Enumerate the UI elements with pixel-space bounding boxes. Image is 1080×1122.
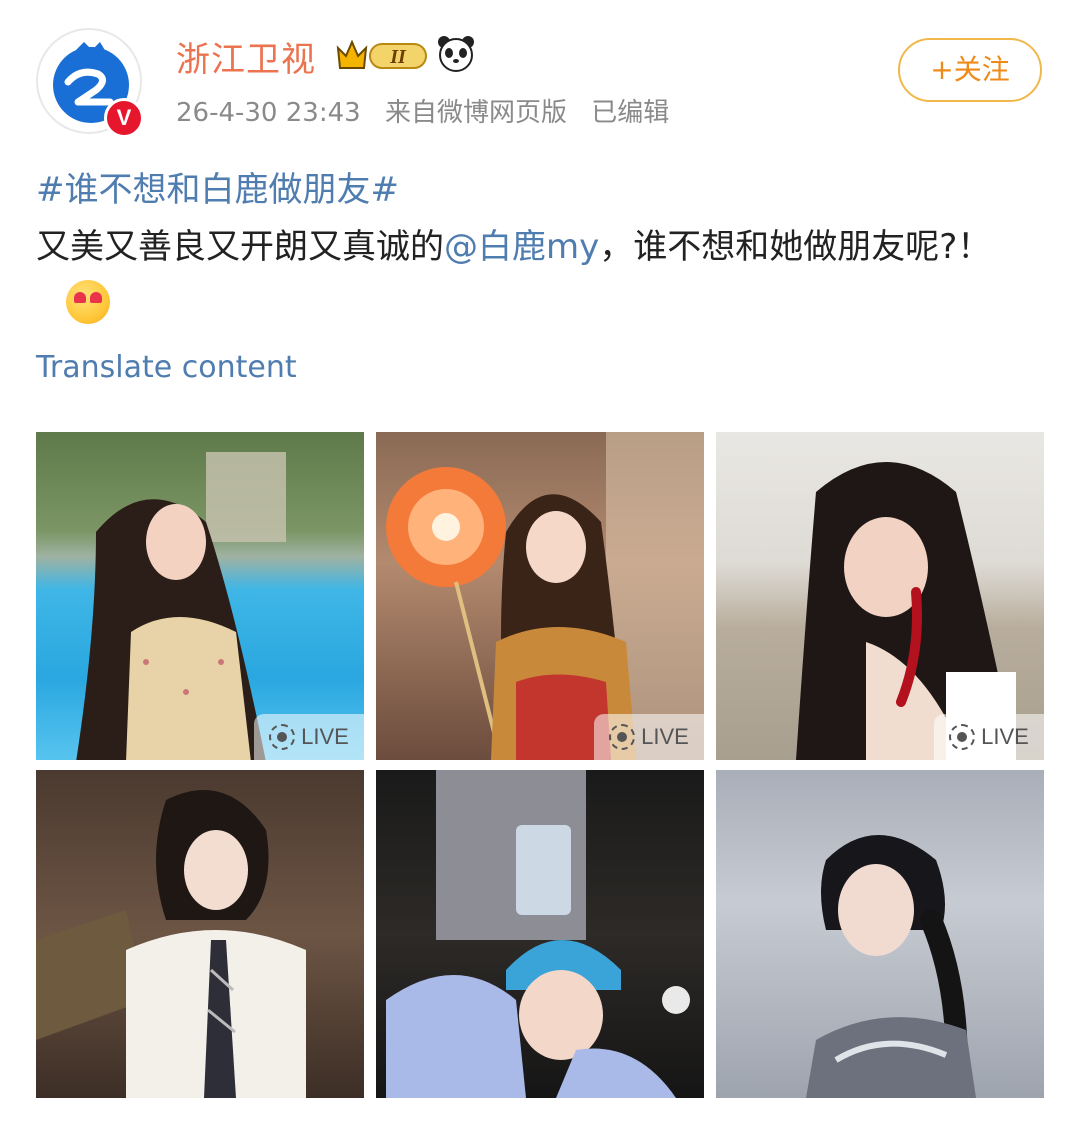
mention-link[interactable]: @白鹿my bbox=[444, 227, 599, 267]
photo-pinwheel-figure bbox=[386, 432, 704, 760]
post-source[interactable]: 来自微博网页版 bbox=[385, 98, 567, 128]
vip-level-text: II bbox=[389, 46, 407, 68]
verified-v-icon: V bbox=[104, 98, 144, 138]
post-meta: 26-4-30 23:43 来自微博网页版 已编辑 bbox=[176, 92, 685, 129]
hashtag-link[interactable]: #谁不想和白鹿做朋友# bbox=[36, 162, 399, 211]
photo-silver-dress[interactable] bbox=[716, 770, 1044, 1098]
post-text: 又美又善良又开朗又真诚的@白鹿my，谁不想和她做朋友呢?！ bbox=[36, 218, 1046, 334]
photo-pool-figure bbox=[76, 452, 286, 760]
live-label: LIVE bbox=[641, 724, 689, 749]
live-photo-icon bbox=[269, 724, 296, 750]
live-badge: LIVE bbox=[594, 714, 704, 760]
image-grid: LIVE LIVE LIVE bbox=[36, 432, 1044, 1098]
weibo-post: V 浙江卫视 II 26-4-30 23:43 来自微博网页版 已编辑 +关注 … bbox=[0, 0, 1080, 1122]
live-label: LIVE bbox=[301, 724, 349, 749]
photo-pool[interactable]: LIVE bbox=[36, 432, 364, 760]
follow-button[interactable]: +关注 bbox=[898, 38, 1042, 102]
photo-red-earring[interactable]: LIVE bbox=[716, 432, 1044, 760]
post-text-after: ，谁不想和她做朋友呢?！ bbox=[599, 227, 992, 267]
photo-blue-helmet[interactable] bbox=[376, 770, 704, 1098]
live-photo-icon bbox=[609, 724, 636, 750]
live-label: LIVE bbox=[981, 724, 1029, 749]
post-text-before: 又美又善良又开朗又真诚的 bbox=[36, 227, 444, 267]
photo-white-shirt-tie[interactable] bbox=[36, 770, 364, 1098]
photo-pinwheel[interactable]: LIVE bbox=[376, 432, 704, 760]
photo-silver-dress-figure bbox=[806, 835, 976, 1098]
translate-link[interactable]: Translate content bbox=[36, 350, 297, 385]
photo-blue-helmet-figure bbox=[386, 770, 690, 1098]
live-badge: LIVE bbox=[934, 714, 1044, 760]
vip-crown-icon[interactable]: II bbox=[336, 38, 432, 72]
panda-icon bbox=[438, 36, 474, 72]
photo-red-earring-figure bbox=[796, 462, 1016, 760]
post-date: 26-4-30 23:43 bbox=[176, 98, 361, 128]
photo-white-shirt-tie-figure bbox=[36, 790, 306, 1098]
author-name[interactable]: 浙江卫视 bbox=[176, 32, 316, 81]
heart-eyes-emoji-icon bbox=[66, 280, 110, 324]
live-photo-icon bbox=[949, 724, 976, 750]
post-edited[interactable]: 已编辑 bbox=[591, 98, 669, 128]
live-badge: LIVE bbox=[254, 714, 364, 760]
